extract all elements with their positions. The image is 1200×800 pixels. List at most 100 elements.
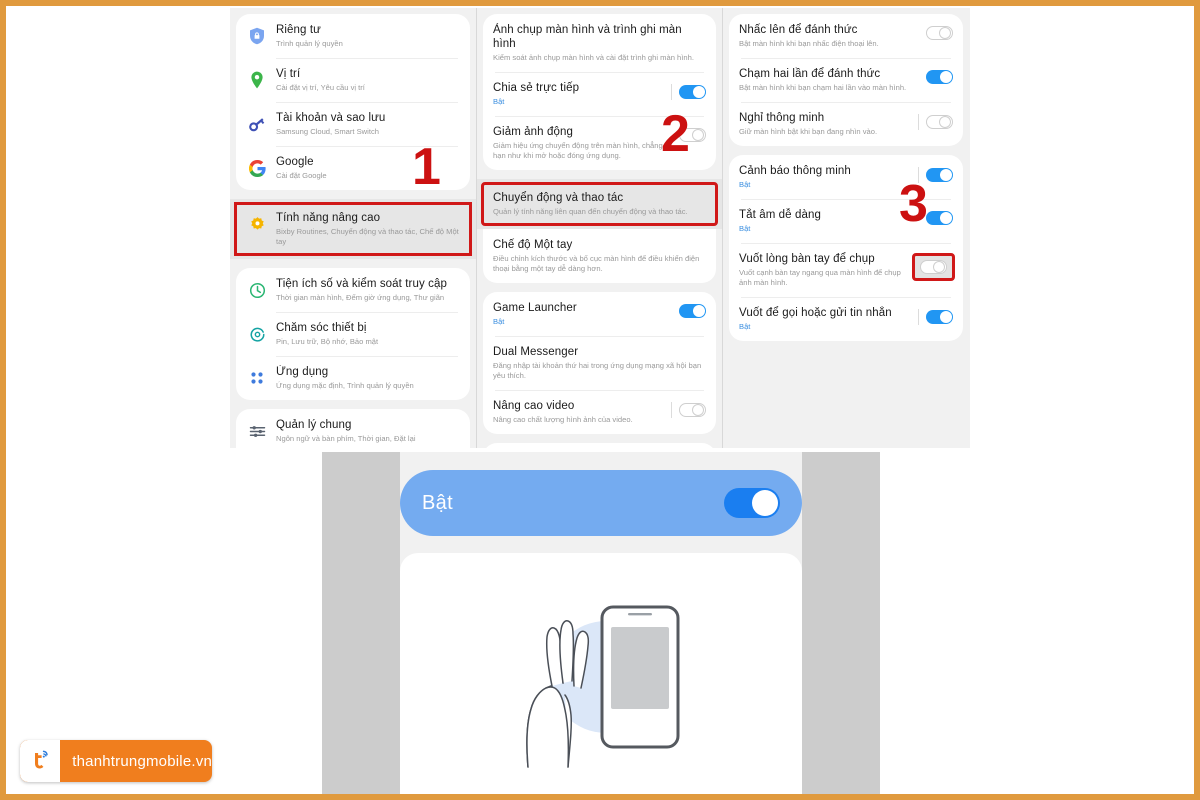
- toggle-chia-se-truc-tiep[interactable]: [671, 84, 706, 100]
- toggle-knob: [752, 490, 778, 516]
- item-title: Nghỉ thông minh: [739, 112, 825, 124]
- item-title: Dual Messenger: [493, 346, 579, 358]
- panel-settings-main: Riêng tư Trình quản lý quyền Vị trí Cài …: [230, 8, 476, 448]
- item-subtitle: Bật: [493, 317, 505, 326]
- sidebar-item-cham-soc-thiet-bi[interactable]: Chăm sóc thiết bị Pin, Lưu trữ, Bộ nhớ, …: [236, 312, 470, 356]
- item-title: Nâng cao video: [493, 400, 575, 412]
- item-subtitle: Bật: [739, 322, 751, 331]
- row-gui-tin-nhan-sos[interactable]: Gửi tin nhắn SOS Tắt: [483, 443, 716, 448]
- item-title: Game Launcher: [493, 302, 577, 314]
- item-subtitle: Samsung Cloud, Smart Switch: [276, 127, 379, 136]
- toggle-divider: [671, 402, 672, 418]
- motions-group-1: Nhấc lên để đánh thức Bật màn hình khi b…: [729, 14, 963, 146]
- item-title: Vuốt để gọi hoặc gửi tin nhắn: [739, 307, 892, 319]
- item-subtitle: Thời gian màn hình, Đếm giờ ứng dụng, Th…: [276, 293, 445, 302]
- toggle-nang-cao-video[interactable]: [671, 402, 706, 418]
- master-toggle-label: Bật: [422, 491, 453, 514]
- palm-swipe-capture-illustration: [526, 605, 680, 768]
- settings-group-general: Quản lý chung Ngôn ngữ và bàn phím, Thời…: [236, 409, 470, 448]
- master-toggle-row[interactable]: Bật: [400, 470, 802, 536]
- item-subtitle: Giảm hiệu ứng chuyển động trên màn hình,…: [493, 141, 663, 160]
- advanced-group-3: Game Launcher Bật Dual Messenger Đăng nh…: [483, 292, 716, 434]
- item-title: Chia sẻ trực tiếp: [493, 82, 580, 94]
- item-title: Vị trí: [276, 68, 301, 80]
- item-subtitle: Vuốt cạnh bàn tay ngang qua màn hình để …: [739, 268, 901, 287]
- row-anh-chup-man-hinh[interactable]: Ảnh chụp màn hình và trình ghi màn hình …: [483, 14, 716, 72]
- item-subtitle: Đăng nhập tài khoản thứ hai trong ứng dụ…: [493, 361, 702, 380]
- gear-flower-icon: [246, 213, 268, 235]
- apps-grid-icon: [246, 367, 268, 389]
- item-title: Quản lý chung: [276, 419, 352, 431]
- toggle-nhac-len-de-danh-thuc[interactable]: [926, 26, 953, 40]
- watermark-badge: thanhtrungmobile.vn: [20, 740, 212, 782]
- item-title: Nhấc lên để đánh thức: [739, 24, 858, 36]
- item-subtitle: Bật màn hình khi bạn nhấc điện thoại lên…: [739, 39, 879, 48]
- row-nghi-thong-minh[interactable]: Nghỉ thông minh Giữ màn hình bật khi bạn…: [729, 102, 963, 146]
- item-title: Chuyển động và thao tác: [493, 192, 624, 204]
- item-subtitle: Trình quản lý quyền: [276, 39, 343, 48]
- sidebar-item-ung-dung[interactable]: Ứng dụng Ứng dụng mặc định, Trình quản l…: [236, 356, 470, 400]
- row-vuot-long-ban-tay-de-chup[interactable]: Vuốt lòng bàn tay để chụp Vuốt cạnh bàn …: [729, 243, 963, 297]
- item-title: Ứng dụng: [276, 366, 329, 378]
- item-title: Tắt âm dễ dàng: [739, 209, 821, 221]
- item-subtitle: Bật màn hình khi bạn chạm hai lần vào mà…: [739, 83, 907, 92]
- item-title: Chăm sóc thiết bị: [276, 322, 367, 334]
- device-care-icon: [246, 323, 268, 345]
- item-subtitle: Quản lý tính năng liên quan đến chuyển đ…: [493, 207, 688, 216]
- sidebar-item-tinh-nang-nang-cao[interactable]: Tính năng nâng cao Bixby Routines, Chuyể…: [234, 202, 472, 256]
- item-subtitle: Kiểm soát ảnh chụp màn hình và cài đặt t…: [493, 53, 694, 62]
- sidebar-item-tien-ich-so[interactable]: Tiện ích số và kiểm soát truy cập Thời g…: [236, 268, 470, 312]
- row-vuot-de-goi-hoac-gui-tin-nhan[interactable]: Vuốt để gọi hoặc gửi tin nhắn Bật: [729, 297, 963, 341]
- item-subtitle: Bật: [739, 224, 751, 233]
- item-subtitle: Ứng dụng mặc định, Trình quản lý quyền: [276, 381, 414, 390]
- row-cham-hai-lan-de-danh-thuc[interactable]: Chạm hai lần để đánh thức Bật màn hình k…: [729, 58, 963, 102]
- advanced-group-4: Gửi tin nhắn SOS Tắt: [483, 443, 716, 448]
- row-che-do-mot-tay[interactable]: Chế độ Một tay Điều chỉnh kích thước và …: [483, 229, 716, 283]
- toggle-divider: [918, 114, 919, 130]
- advanced-group-2: Chế độ Một tay Điều chỉnh kích thước và …: [483, 229, 716, 283]
- palm-swipe-screen: Bật: [400, 452, 802, 794]
- sidebar-item-rieng-tu[interactable]: Riêng tư Trình quản lý quyền: [236, 14, 470, 58]
- step-marker-3: 3: [899, 175, 928, 233]
- row-nhac-len-de-danh-thuc[interactable]: Nhấc lên để đánh thức Bật màn hình khi b…: [729, 14, 963, 58]
- item-title: Chạm hai lần để đánh thức: [739, 68, 881, 80]
- location-pin-icon: [246, 69, 268, 91]
- key-icon: [246, 113, 268, 135]
- toggle-vuot-long-ban-tay-de-chup[interactable]: [912, 253, 955, 281]
- item-subtitle: Bật: [493, 97, 505, 106]
- toggle-tat-am-de-dang[interactable]: [926, 211, 953, 225]
- item-subtitle: Điều chỉnh kích thước và bố cục màn hình…: [493, 254, 700, 273]
- sidebar-item-vi-tri[interactable]: Vị trí Cài đặt vị trí, Yêu cầu vị trí: [236, 58, 470, 102]
- item-title: Giảm ảnh động: [493, 126, 573, 138]
- panel-motions-gestures: Nhấc lên để đánh thức Bật màn hình khi b…: [722, 8, 969, 448]
- toggle-vuot-de-goi[interactable]: [918, 309, 953, 325]
- item-title: Ảnh chụp màn hình và trình ghi màn hình: [493, 24, 682, 50]
- bottom-screenshot-panel: Bật: [322, 452, 880, 794]
- item-subtitle: Cài đặt vị trí, Yêu cầu vị trí: [276, 83, 365, 92]
- item-subtitle: Giữ màn hình bật khi bạn đang nhìn vào.: [739, 127, 878, 136]
- item-subtitle: Bật: [739, 180, 751, 189]
- row-nang-cao-video[interactable]: Nâng cao video Nâng cao chất lượng hình …: [483, 390, 716, 434]
- item-subtitle: Pin, Lưu trữ, Bộ nhớ, Bảo mật: [276, 337, 379, 346]
- step-marker-1: 1: [412, 138, 441, 196]
- item-title: Chế độ Một tay: [493, 239, 573, 251]
- google-g-icon: [246, 157, 268, 179]
- toggle-game-launcher[interactable]: [679, 304, 706, 318]
- row-game-launcher[interactable]: Game Launcher Bật: [483, 292, 716, 336]
- toggle-nghi-thong-minh[interactable]: [918, 114, 953, 130]
- watermark-text: thanhtrungmobile.vn: [72, 752, 212, 770]
- master-toggle-switch[interactable]: [724, 488, 780, 518]
- selected-row-background: Chuyển động và thao tác Quản lý tính năn…: [477, 179, 722, 229]
- item-subtitle: Nâng cao chất lượng hình ảnh của video.: [493, 415, 633, 424]
- item-subtitle: Bixby Routines, Chuyển động và thao tác,…: [276, 227, 459, 246]
- item-title: Cảnh báo thông minh: [739, 165, 851, 177]
- toggle-cham-hai-lan-de-danh-thuc[interactable]: [926, 70, 953, 84]
- item-subtitle: Ngôn ngữ và bàn phím, Thời gian, Đặt lại: [276, 434, 416, 443]
- item-title: Vuốt lòng bàn tay để chụp: [739, 253, 875, 265]
- step-marker-2: 2: [661, 105, 690, 163]
- sidebar-item-quan-ly-chung[interactable]: Quản lý chung Ngôn ngữ và bàn phím, Thời…: [236, 409, 470, 448]
- row-dual-messenger[interactable]: Dual Messenger Đăng nhập tài khoản thứ h…: [483, 336, 716, 390]
- item-title: Tính năng nâng cao: [276, 212, 381, 224]
- item-title: Tài khoản và sao lưu: [276, 112, 386, 124]
- row-chuyen-dong-va-thao-tac[interactable]: Chuyển động và thao tác Quản lý tính năn…: [481, 182, 718, 226]
